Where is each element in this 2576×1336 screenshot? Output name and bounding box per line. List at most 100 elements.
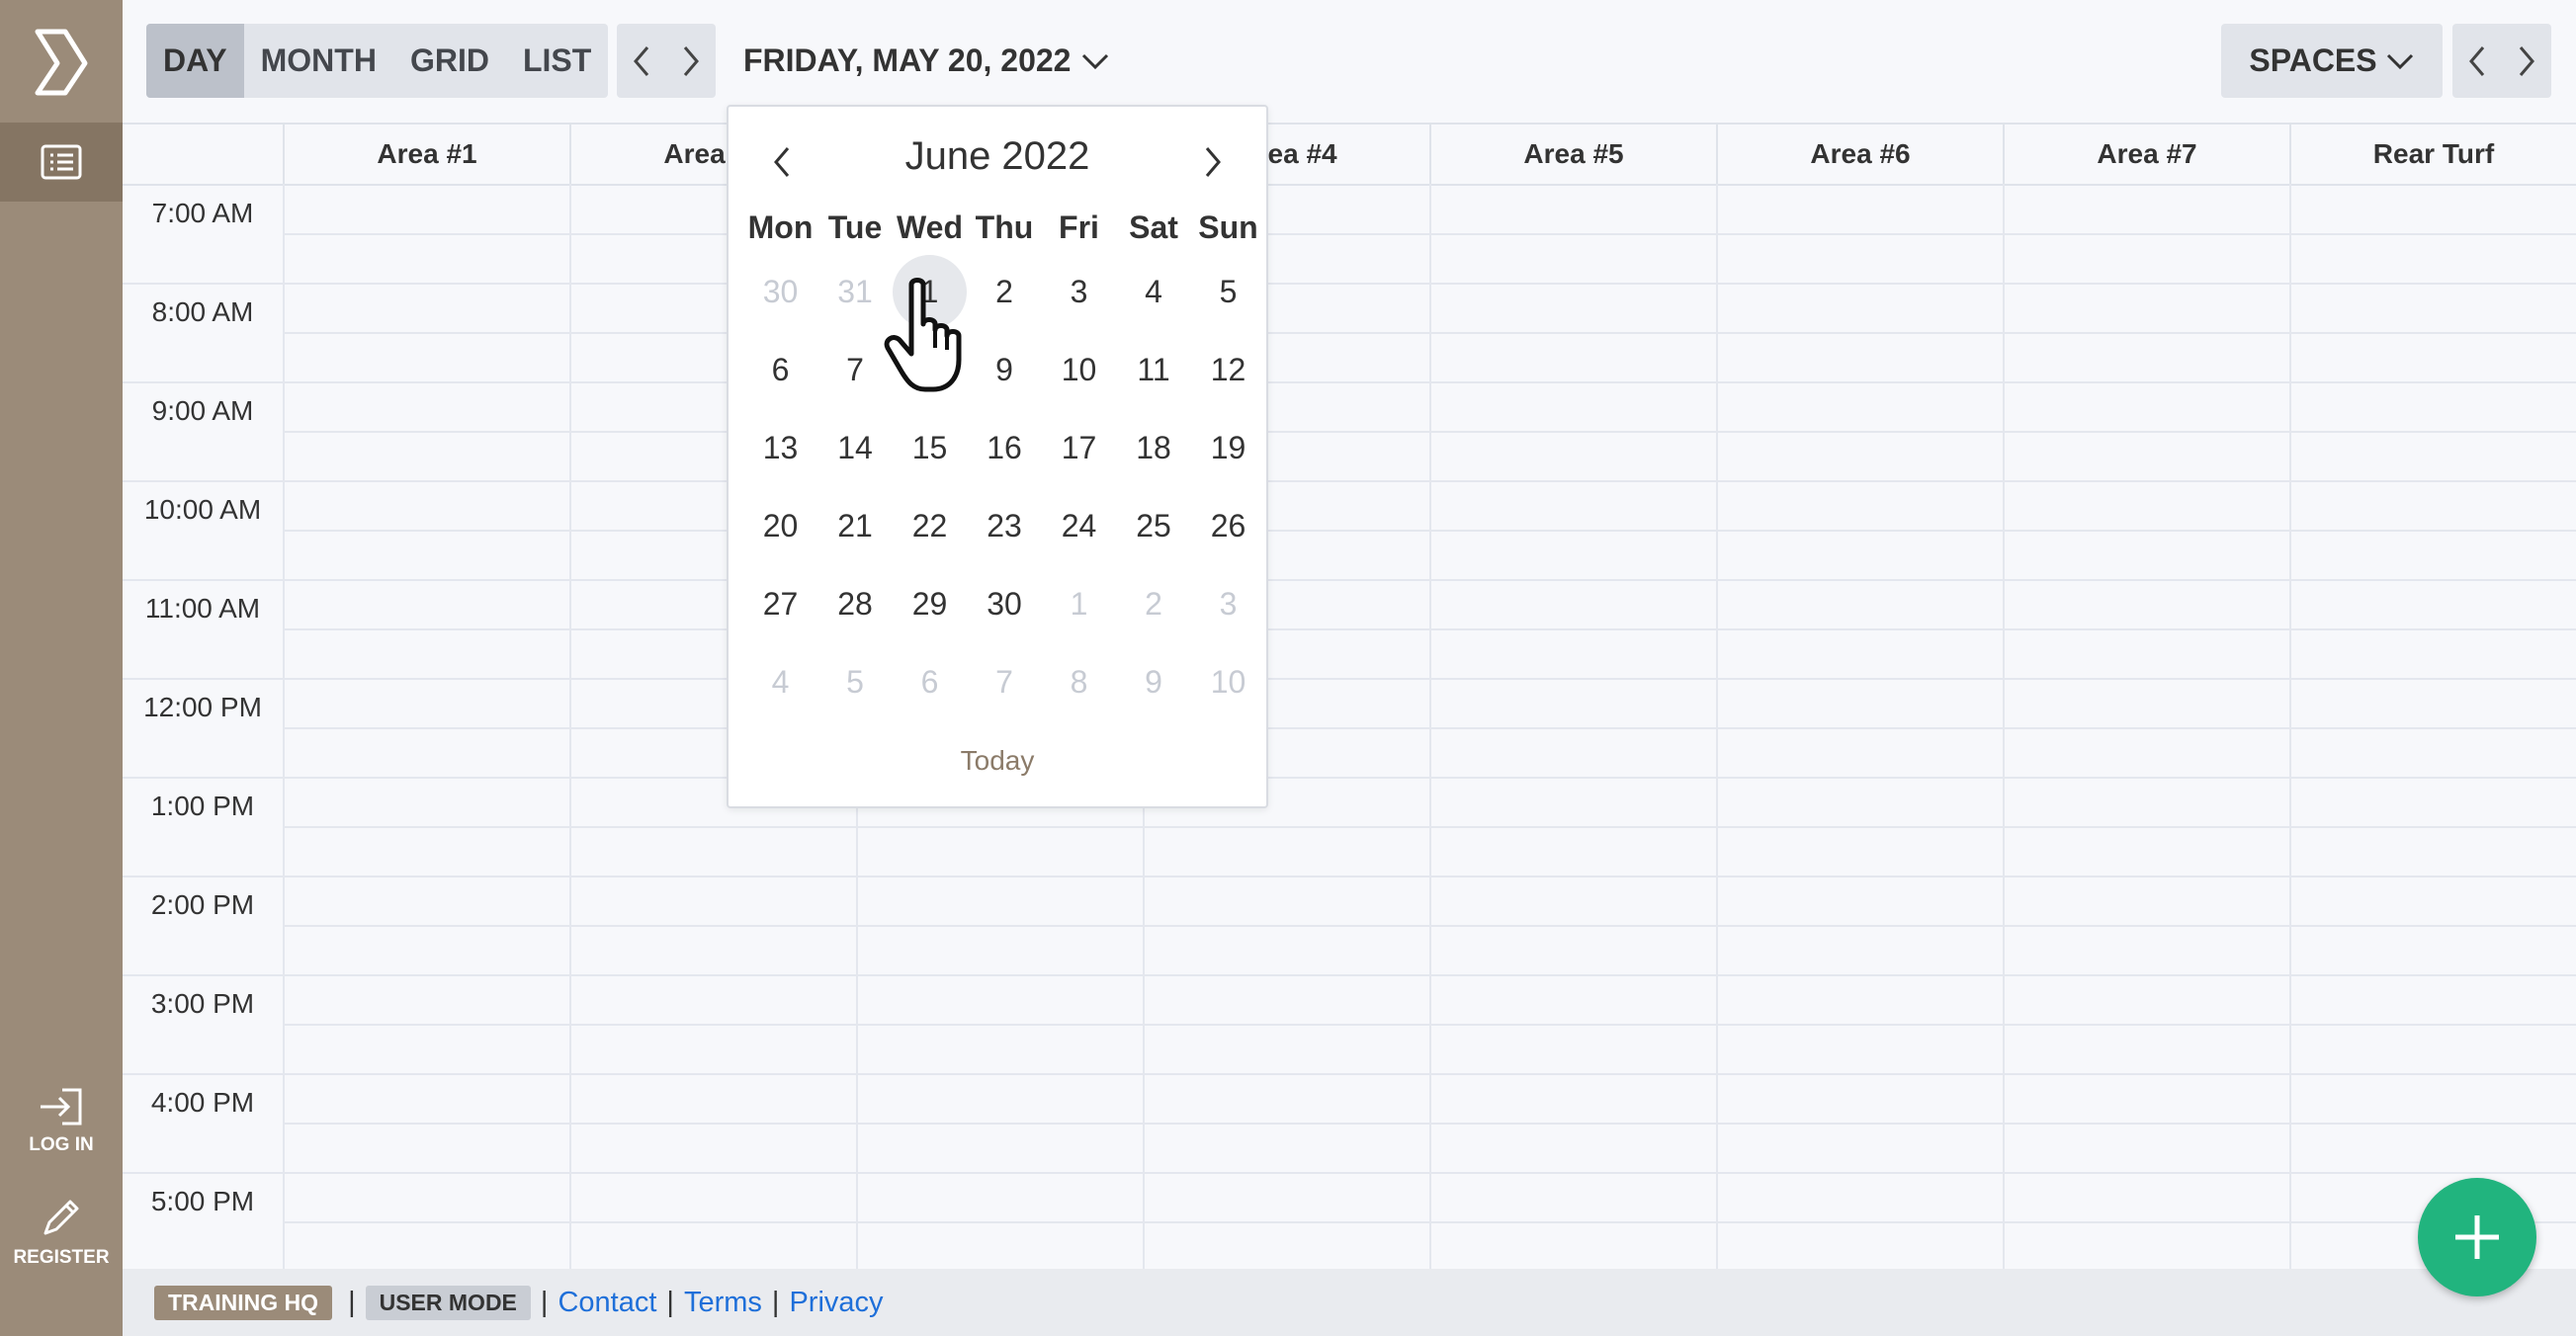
separator: | (540, 1286, 549, 1318)
mode-badge[interactable]: USER MODE (365, 1285, 531, 1320)
hour-line (123, 876, 2576, 877)
day-cell[interactable]: 29 (893, 567, 967, 641)
time-label: 7:00 AM (151, 198, 254, 228)
day-cell[interactable]: 26 (1191, 489, 1265, 563)
terms-link[interactable]: Terms (684, 1287, 762, 1319)
datepicker-popup: June 2022 Mon Tue Wed Thu Fri Sat Sun 30 31 1 2 3 4… (727, 105, 1268, 808)
hour-line (123, 480, 2576, 482)
next-month-icon[interactable] (1201, 144, 1225, 180)
day-cell[interactable]: 25 (1117, 489, 1191, 563)
day-cell[interactable]: 2 (1117, 567, 1191, 641)
privacy-link[interactable]: Privacy (789, 1287, 883, 1319)
day-cell[interactable]: 12 (1191, 333, 1265, 407)
day-cell[interactable]: 8 (1042, 645, 1116, 719)
login-button[interactable]: LOG IN (0, 1087, 123, 1156)
hand-cursor-icon (884, 278, 962, 392)
register-label: REGISTER (13, 1247, 110, 1268)
view-grid-button[interactable]: GRID (393, 24, 506, 98)
day-cell[interactable]: 30 (743, 255, 817, 329)
day-cell[interactable]: 4 (1117, 255, 1191, 329)
day-cell[interactable]: 11 (1117, 333, 1191, 407)
day-cell[interactable]: 30 (968, 567, 1042, 641)
day-cell[interactable]: 5 (818, 645, 893, 719)
sidebar: LOG IN REGISTER (0, 0, 123, 1336)
weekday-label: Mon (747, 209, 814, 245)
add-booking-button[interactable] (2418, 1178, 2536, 1296)
weekday-label: Wed (897, 209, 963, 245)
day-cell[interactable]: 18 (1117, 411, 1191, 485)
day-cell[interactable]: 10 (1191, 645, 1265, 719)
day-cell[interactable]: 27 (743, 567, 817, 641)
pencil-icon (43, 1200, 79, 1235)
view-day-button[interactable]: DAY (146, 24, 244, 98)
date-selector[interactable]: FRIDAY, MAY 20, 2022 (743, 24, 1110, 98)
time-label: 12:00 PM (143, 692, 262, 722)
sidebar-item-schedule[interactable] (0, 123, 123, 202)
view-list-button[interactable]: LIST (506, 24, 608, 98)
chevron-left-icon[interactable] (631, 44, 652, 78)
time-label: 4:00 PM (150, 1087, 255, 1118)
time-label: 2:00 PM (150, 889, 255, 920)
app-logo-icon[interactable] (32, 28, 91, 97)
time-label: 10:00 AM (143, 494, 262, 525)
spaces-nav (2452, 24, 2551, 98)
day-cell[interactable]: 6 (743, 333, 817, 407)
column-divider (1716, 184, 1718, 1269)
chevron-right-icon[interactable] (680, 44, 702, 78)
plus-icon (2455, 1215, 2499, 1259)
day-cell[interactable]: 9 (1117, 645, 1191, 719)
separator: | (666, 1286, 674, 1318)
contact-link[interactable]: Contact (558, 1287, 656, 1319)
day-cell[interactable]: 7 (968, 645, 1042, 719)
day-cell[interactable]: 14 (818, 411, 893, 485)
schedule-grid: Area #1Area #2Area #3Area #4Area #5Area … (123, 123, 2576, 1269)
weekday-label: Sat (1129, 209, 1178, 245)
view-month-button[interactable]: MONTH (244, 24, 393, 98)
time-label: 9:00 AM (151, 395, 254, 426)
today-button[interactable]: Today (729, 745, 1266, 777)
day-cell[interactable]: 5 (1191, 255, 1265, 329)
chevron-down-icon (2386, 53, 2413, 69)
weekday-label: Tue (827, 209, 883, 245)
day-cell[interactable]: 4 (743, 645, 817, 719)
datepicker-month-title: June 2022 (904, 134, 1090, 178)
time-label: 11:00 AM (144, 593, 261, 624)
column-divider (2003, 184, 2005, 1269)
day-cell[interactable]: 1 (1042, 567, 1116, 641)
column-divider (283, 184, 285, 1269)
column-header: Area #7 (2003, 125, 2289, 184)
login-icon (41, 1088, 82, 1126)
column-divider (1429, 184, 1431, 1269)
day-cell[interactable]: 19 (1191, 411, 1265, 485)
date-nav (617, 24, 716, 98)
column-divider (569, 184, 571, 1269)
register-button[interactable]: REGISTER (0, 1196, 123, 1269)
day-cell[interactable]: 16 (968, 411, 1042, 485)
day-cell[interactable]: 23 (968, 489, 1042, 563)
column-header: Area #6 (1716, 125, 2003, 184)
day-cell[interactable]: 21 (818, 489, 893, 563)
day-cell[interactable]: 10 (1042, 333, 1116, 407)
chevron-right-icon[interactable] (2516, 44, 2537, 78)
spaces-label: SPACES (2249, 42, 2377, 78)
day-cell[interactable]: 15 (893, 411, 967, 485)
org-badge: TRAINING HQ (154, 1285, 333, 1320)
day-cell[interactable]: 3 (1191, 567, 1265, 641)
login-label: LOG IN (29, 1134, 94, 1155)
hour-line (123, 579, 2576, 581)
day-cell[interactable]: 13 (743, 411, 817, 485)
column-header-row: Area #1Area #2Area #3Area #4Area #5Area … (123, 123, 2576, 186)
day-cell[interactable]: 17 (1042, 411, 1116, 485)
weekday-label: Fri (1059, 209, 1099, 245)
hour-line (123, 283, 2576, 285)
day-cell[interactable]: 6 (893, 645, 967, 719)
view-switcher: DAY MONTH GRID LIST (146, 24, 609, 98)
chevron-left-icon[interactable] (2466, 44, 2488, 78)
day-cell[interactable]: 3 (1042, 255, 1116, 329)
spaces-dropdown[interactable]: SPACES (2221, 24, 2443, 98)
day-cell[interactable]: 24 (1042, 489, 1116, 563)
day-cell[interactable]: 28 (818, 567, 893, 641)
day-cell[interactable]: 22 (893, 489, 967, 563)
day-cell[interactable]: 20 (743, 489, 817, 563)
separator: | (348, 1286, 356, 1318)
